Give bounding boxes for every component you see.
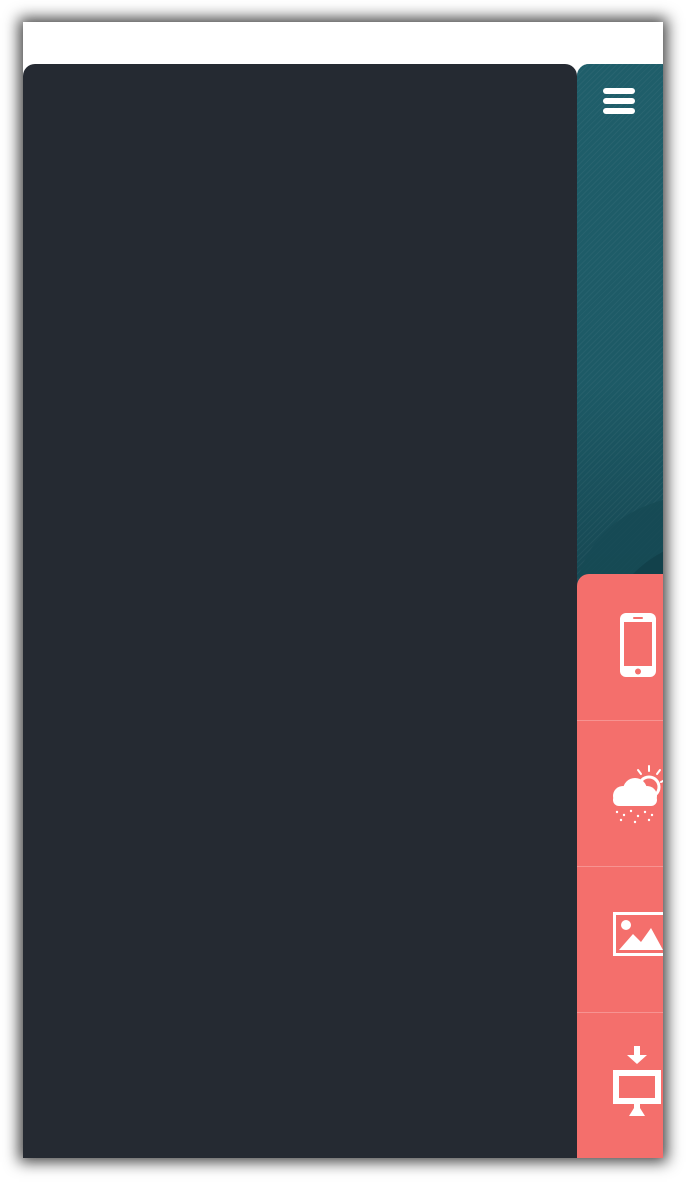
- hero-banner: [577, 64, 663, 594]
- download-to-desktop-icon: [613, 1046, 661, 1116]
- main-panel: [577, 64, 663, 1158]
- smartphone-icon: [620, 613, 656, 677]
- tile-download[interactable]: [577, 1012, 663, 1158]
- tile-image[interactable]: [577, 866, 663, 1013]
- image-icon: [613, 912, 663, 956]
- app-screen: [23, 22, 663, 1158]
- hamburger-menu-icon[interactable]: [601, 86, 637, 116]
- feature-tiles: [577, 574, 663, 1158]
- tile-smartphone[interactable]: [577, 574, 663, 721]
- weather-icon: [613, 765, 663, 824]
- tile-weather[interactable]: [577, 720, 663, 867]
- side-drawer: [23, 64, 577, 1158]
